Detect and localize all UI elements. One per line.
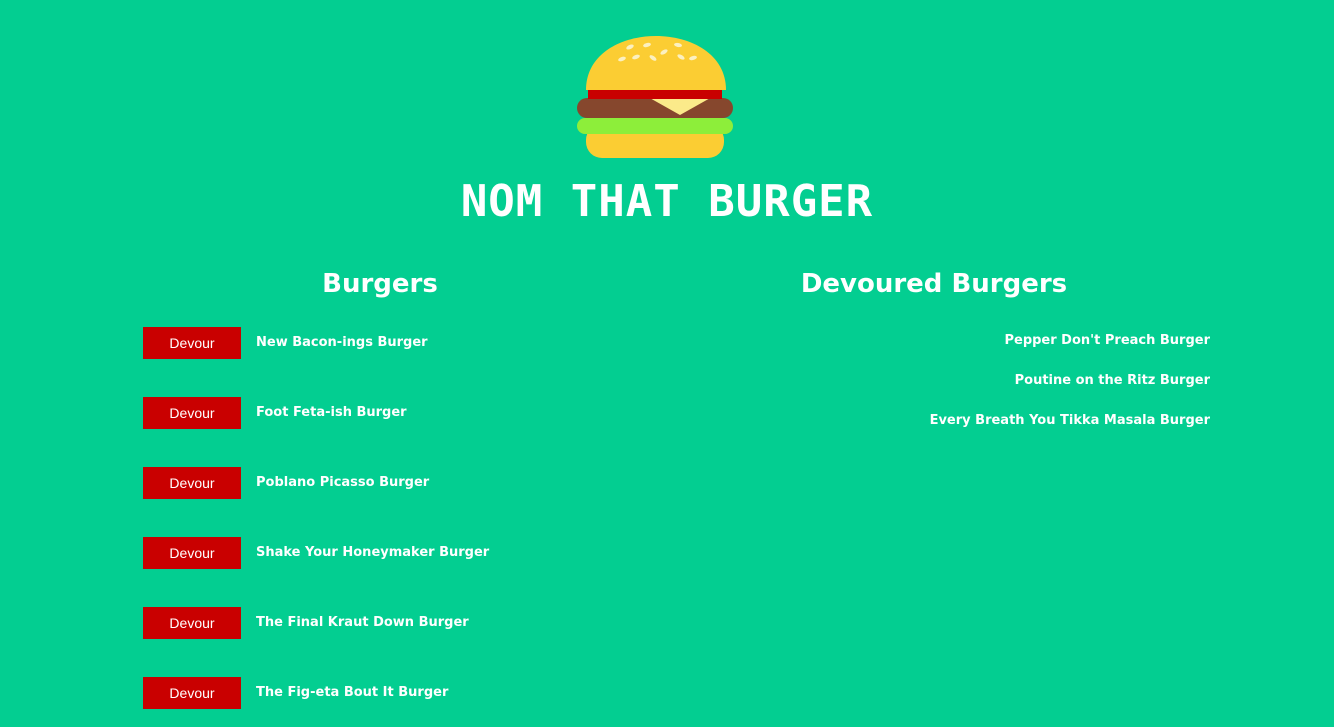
burger-row: Devour Poblano Picasso Burger xyxy=(143,467,429,499)
devoured-item: Poutine on the Ritz Burger xyxy=(1014,373,1210,388)
burger-name: New Bacon-ings Burger xyxy=(256,334,428,350)
devour-button[interactable]: Devour xyxy=(143,677,241,709)
burger-icon xyxy=(576,24,736,160)
burger-name: Shake Your Honeymaker Burger xyxy=(256,544,490,560)
burger-row: Devour Foot Feta-ish Burger xyxy=(143,397,407,429)
devoured-item: Pepper Don't Preach Burger xyxy=(1004,333,1210,348)
burger-row: Devour The Fig-eta Bout It Burger xyxy=(143,677,448,709)
burger-name: Poblano Picasso Burger xyxy=(256,474,430,490)
devour-button[interactable]: Devour xyxy=(143,467,241,499)
devour-button[interactable]: Devour xyxy=(143,537,241,569)
burgers-heading: Burgers xyxy=(322,269,438,299)
burger-name: Foot Feta-ish Burger xyxy=(256,404,407,420)
devoured-heading: Devoured Burgers xyxy=(800,269,1068,299)
devour-button[interactable]: Devour xyxy=(143,397,241,429)
burger-row: Devour The Final Kraut Down Burger xyxy=(143,607,469,639)
site-title: Nom That Burger xyxy=(460,176,874,227)
burger-row: Devour Shake Your Honeymaker Burger xyxy=(143,537,489,569)
page: Nom That Burger Burgers Devoured Burgers… xyxy=(0,0,1334,727)
burger-row: Devour New Bacon-ings Burger xyxy=(143,327,428,359)
devour-button[interactable]: Devour xyxy=(143,327,241,359)
devoured-item: Every Breath You Tikka Masala Burger xyxy=(929,413,1210,428)
burger-name: The Final Kraut Down Burger xyxy=(256,614,469,630)
devour-button[interactable]: Devour xyxy=(143,607,241,639)
burger-name: The Fig-eta Bout It Burger xyxy=(256,684,449,700)
